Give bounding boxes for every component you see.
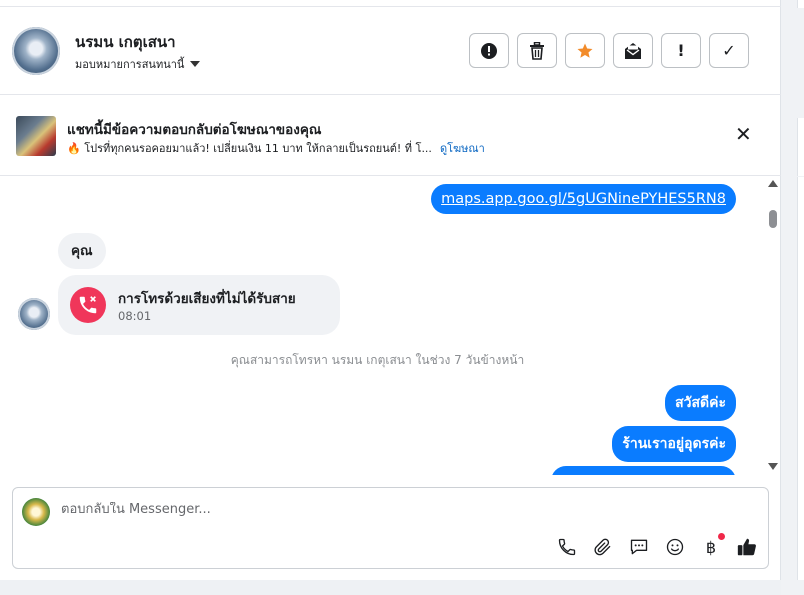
system-note: คุณสามารถโทรหา นรมน เกตุเสนา ในช่วง 7 วั… [230,353,525,367]
contact-name[interactable]: นรมน เกตุเสนา [75,30,176,54]
page-avatar [22,498,50,526]
message-thread[interactable]: maps.app.goo.gl/5gUGNinePYHES5RN8 คุณ กา… [0,177,781,475]
notification-dot [718,533,725,540]
conversation-panel: นรมน เกตุเสนา มอบหมายการสนทนานี้ ! ✓ แชท… [0,0,781,580]
caret-down-icon [190,61,201,67]
missed-call-card[interactable]: การโทรด้วยเสียงที่ไม่ได้รับสาย 08:01 [58,275,340,335]
attach-button[interactable] [591,535,615,559]
reply-input[interactable] [61,502,661,517]
follow-up-icon: ! [677,41,685,60]
banner-subtitle: 🔥 โปรที่ทุกคนรอคอยมาแล้ว! เปลี่ยนเงิน 11… [67,142,432,155]
outgoing-message[interactable]: สวัสดีค่ะ [665,385,736,421]
assign-label: มอบหมายการสนทนานี้ [75,58,185,71]
composer-tools: ฿ [555,533,759,559]
emoji-icon [666,538,684,556]
emoji-button[interactable] [663,535,687,559]
conversation-header: นรมน เกตุเสนา มอบหมายการสนทนานี้ ! ✓ [0,7,781,95]
bottom-edge [0,580,781,595]
saved-replies-button[interactable] [627,535,651,559]
divider [797,0,804,8]
call-button[interactable] [555,535,579,559]
mark-unread-icon [625,42,641,59]
missed-call-time: 08:01 [118,309,152,323]
chat-bubble-icon [630,539,648,555]
view-ad-link[interactable]: ดูโฆษณา [440,139,485,157]
payment-button[interactable]: ฿ [699,533,725,559]
close-icon[interactable]: ✕ [735,124,752,144]
outgoing-link-message[interactable]: maps.app.goo.gl/5gUGNinePYHES5RN8 [431,184,736,214]
missed-call-title: การโทรด้วยเสียงที่ไม่ได้รับสาย [118,291,296,307]
message-composer: ฿ [12,487,769,569]
like-button[interactable] [735,535,759,559]
scrollbar-thumb[interactable] [769,210,777,228]
baht-icon: ฿ [705,537,717,557]
done-icon: ✓ [722,41,736,60]
assign-conversation-dropdown[interactable]: มอบหมายการสนทนานี้ [75,55,201,73]
report-spam-button[interactable] [469,33,509,68]
outgoing-message[interactable] [551,466,736,475]
follow-up-button[interactable]: ! [661,33,701,68]
mark-done-button[interactable]: ✓ [709,33,749,68]
sender-label: คุณ [58,233,106,269]
delete-button[interactable] [517,33,557,68]
side-panel-edge [781,0,804,595]
ad-thumbnail [16,116,56,156]
avatar[interactable] [12,27,60,75]
avatar [18,298,50,330]
phone-icon [558,538,576,556]
banner-subtitle-row: 🔥 โปรที่ทุกคนรอคอยมาแล้ว! เปลี่ยนเงิน 11… [67,139,485,157]
divider [797,118,804,176]
divider [797,177,804,580]
report-spam-icon [481,42,497,59]
star-button[interactable] [565,33,605,68]
paperclip-icon [594,538,611,556]
mark-unread-button[interactable] [613,33,653,68]
thumbs-up-icon [737,538,756,556]
missed-call-icon [70,287,106,323]
ad-reply-banner: แชทนี้มีข้อความตอบกลับต่อโฆษณาของคุณ 🔥 โ… [0,96,781,176]
trash-icon [530,41,544,60]
scroll-down-arrow[interactable] [768,463,778,470]
outgoing-message[interactable]: ร้านเราอยู่อุดรค่ะ [612,426,736,462]
banner-title: แชทนี้มีข้อความตอบกลับต่อโฆษณาของคุณ [67,122,322,138]
star-icon [577,43,593,58]
scroll-up-arrow[interactable] [768,180,778,187]
header-actions: ! ✓ [469,33,749,68]
